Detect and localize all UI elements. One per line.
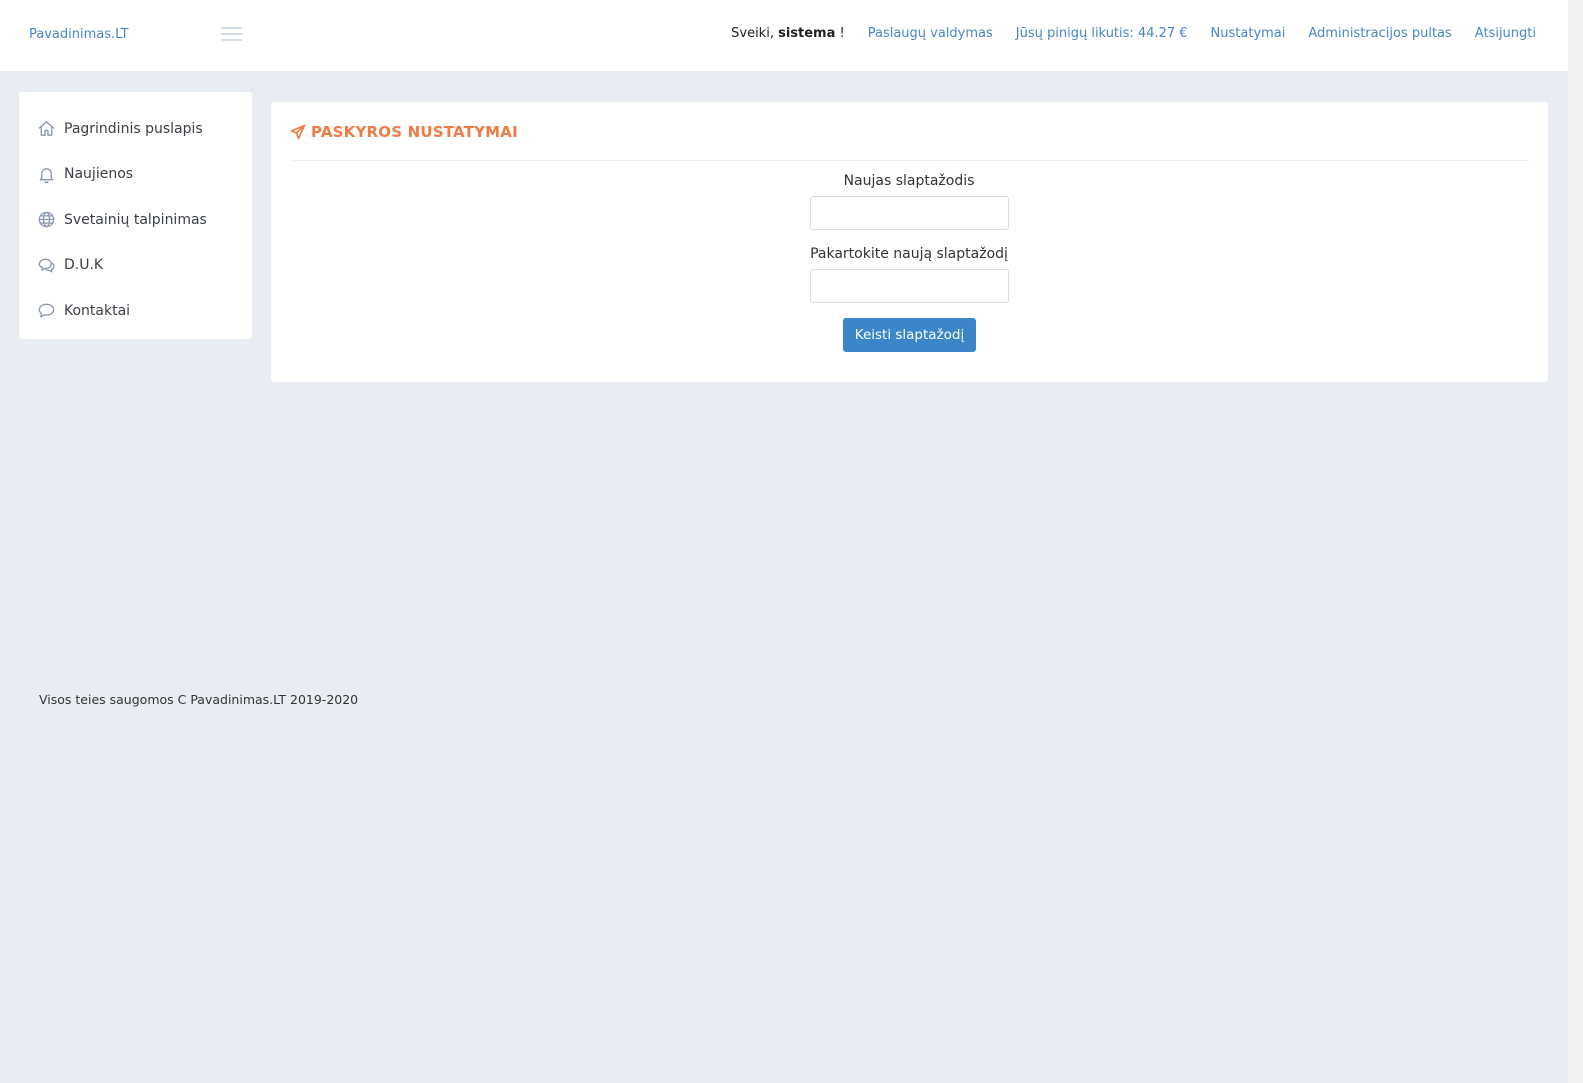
nav-settings-link[interactable]: Nustatymai xyxy=(1211,26,1286,41)
page-title-text: PASKYROS NUSTATYMAI xyxy=(311,123,518,141)
page-title: PASKYROS NUSTATYMAI xyxy=(290,123,518,141)
paper-plane-icon xyxy=(290,124,306,140)
repeat-password-field[interactable] xyxy=(810,269,1009,303)
new-password-label: Naujas slaptažodis xyxy=(843,173,975,189)
globe-icon xyxy=(36,210,56,230)
sidebar-item-label: Pagrindinis puslapis xyxy=(64,120,203,137)
nav-logout-link[interactable]: Atsijungti xyxy=(1475,26,1536,41)
new-password-field[interactable] xyxy=(810,196,1009,230)
sidebar-item-home[interactable]: Pagrindinis puslapis xyxy=(19,106,252,152)
nav-balance-link[interactable]: Jūsų pinigų likutis: 44.27 € xyxy=(1016,26,1188,41)
speech-bubble-icon xyxy=(36,301,56,321)
chat-bubbles-icon xyxy=(36,255,56,275)
sidebar-item-contacts[interactable]: Kontaktai xyxy=(19,288,252,334)
repeat-password-label: Pakartokite naują slaptažodį xyxy=(810,246,1008,262)
sidebar-item-faq[interactable]: D.U.K xyxy=(19,243,252,289)
hamburger-menu-icon[interactable] xyxy=(221,27,243,43)
sidebar-item-label: D.U.K xyxy=(64,257,104,274)
top-nav: Sveiki, sistema ! Paslaugų valdymas Jūsų… xyxy=(731,26,1536,41)
greeting-prefix: Sveiki, xyxy=(731,26,779,41)
greeting: Sveiki, sistema ! xyxy=(731,26,845,41)
sidebar-item-news[interactable]: Naujienos xyxy=(19,152,252,198)
sidebar-item-label: Naujienos xyxy=(64,166,134,183)
account-settings-card: PASKYROS NUSTATYMAI Naujas slaptažodis P… xyxy=(271,102,1548,382)
sidebar-item-label: Kontaktai xyxy=(64,302,131,319)
home-icon xyxy=(36,119,56,139)
nav-admin-link[interactable]: Administracijos pultas xyxy=(1308,26,1451,41)
top-bar: Pavadinimas.LT Sveiki, sistema ! Paslaug… xyxy=(0,0,1568,71)
greeting-suffix: ! xyxy=(835,26,845,41)
sidebar-item-hosting[interactable]: Svetainių talpinimas xyxy=(19,197,252,243)
sidebar: Pagrindinis puslapis Naujienos Svetainių… xyxy=(19,92,252,339)
bell-icon xyxy=(36,164,56,184)
title-divider xyxy=(290,160,1529,161)
sidebar-item-label: Svetainių talpinimas xyxy=(64,211,207,228)
username: sistema xyxy=(778,26,836,41)
change-password-button[interactable]: Keisti slaptažodį xyxy=(843,318,976,352)
footer-copyright: Visos teies saugomos C Pavadinimas.LT 20… xyxy=(39,692,359,707)
nav-services-link[interactable]: Paslaugų valdymas xyxy=(868,26,993,41)
brand-link[interactable]: Pavadinimas.LT xyxy=(29,27,129,42)
page-scrollbar[interactable] xyxy=(1568,0,1583,1083)
